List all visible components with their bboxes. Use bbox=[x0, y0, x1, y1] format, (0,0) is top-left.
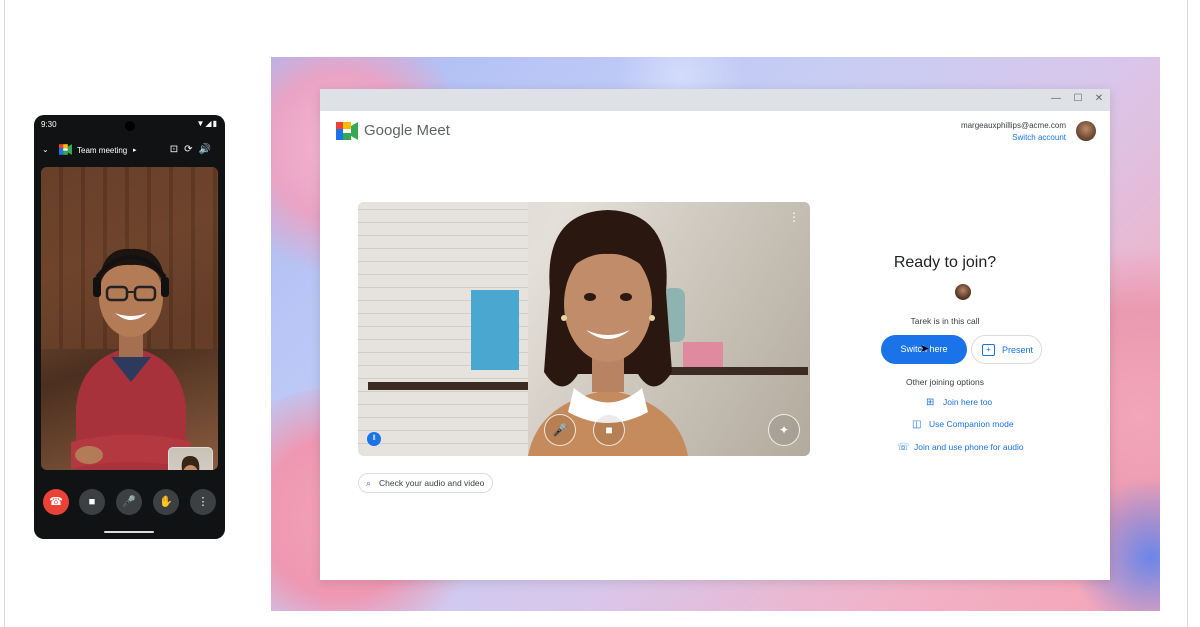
minimize-button[interactable]: — bbox=[1049, 93, 1063, 104]
phone-mic-button[interactable]: 🎤 bbox=[116, 489, 142, 515]
toggle-camera-button[interactable]: ■ bbox=[593, 414, 625, 446]
account-info: margeauxphillips@acme.com Switch account bbox=[961, 120, 1066, 144]
microphone-icon: 🎤 bbox=[552, 423, 568, 437]
in-call-status: Tarek is in this call bbox=[910, 316, 980, 326]
self-video-preview: ⋮ 🎤 ■ ✦ ⦀ bbox=[358, 202, 810, 456]
account-avatar[interactable] bbox=[1076, 121, 1096, 141]
other-joining-options-label: Other joining options bbox=[906, 377, 984, 387]
maximize-button[interactable]: ☐ bbox=[1071, 93, 1085, 104]
meeting-info-caret-icon[interactable]: ▸ bbox=[133, 146, 137, 154]
home-indicator[interactable] bbox=[104, 531, 154, 533]
check-audio-video-label: Check your audio and video bbox=[379, 478, 485, 488]
status-time: 9:30 bbox=[41, 120, 57, 129]
toggle-microphone-button[interactable]: 🎤 bbox=[544, 414, 576, 446]
end-call-icon: ☎ bbox=[49, 496, 63, 508]
preview-more-options-icon[interactable]: ⋮ bbox=[788, 210, 800, 224]
meeting-name[interactable]: Team meeting bbox=[77, 146, 127, 155]
self-view-figure bbox=[181, 456, 200, 470]
phone-call-header: ⌄ Team meeting ▸ ⊡⟳🔊 bbox=[34, 143, 225, 161]
present-icon: + bbox=[982, 344, 995, 356]
account-email: margeauxphillips@acme.com bbox=[960, 121, 1066, 130]
switch-account-link[interactable]: Switch account bbox=[961, 132, 1066, 144]
check-audio-video-button[interactable]: ⌕ Check your audio and video bbox=[358, 473, 494, 493]
self-view-pip[interactable] bbox=[168, 447, 213, 470]
join-here-too-icon: ⊞ bbox=[926, 397, 935, 408]
microphone-icon: 🎤 bbox=[122, 496, 136, 508]
phone-device: 9:30 ▼◢▮ ⌄ Team meeting ▸ ⊡⟳🔊 ☎ ■ 🎤 ✋ ⋮ bbox=[34, 115, 225, 539]
present-button[interactable]: + Present bbox=[971, 335, 1042, 364]
companion-mode-label: Use Companion mode bbox=[929, 419, 1014, 429]
phone-camera-button[interactable]: ■ bbox=[79, 489, 105, 515]
status-icons: ▼◢▮ bbox=[196, 119, 218, 128]
phone-more-options-button[interactable]: ⋮ bbox=[190, 489, 216, 515]
visual-effects-button[interactable]: ✦ bbox=[768, 414, 800, 446]
join-panel: Ready to join? Tarek is in this call Swi… bbox=[820, 202, 1070, 522]
in-call-participant-avatar bbox=[955, 284, 971, 300]
remote-participant-video bbox=[41, 167, 218, 470]
companion-mode-option[interactable]: ◫ Use Companion mode bbox=[912, 419, 1014, 430]
camera-icon: ■ bbox=[88, 496, 96, 508]
close-window-button[interactable]: ✕ bbox=[1092, 93, 1106, 104]
frame-border-left bbox=[4, 0, 5, 627]
phone-audio-icon: ☏ bbox=[897, 442, 910, 453]
phone-camera-hole bbox=[125, 121, 135, 131]
ready-to-join-title: Ready to join? bbox=[893, 254, 997, 271]
phone-call-controls: ☎ ■ 🎤 ✋ ⋮ bbox=[34, 489, 225, 519]
meet-logo-icon bbox=[59, 144, 72, 155]
brand-name: Google Meet bbox=[364, 122, 450, 139]
more-options-icon: ⋮ bbox=[197, 496, 209, 508]
join-here-too-option[interactable]: ⊞ Join here too bbox=[926, 397, 992, 408]
sparkle-effects-icon: ✦ bbox=[778, 423, 790, 437]
remote-participant-figure bbox=[71, 248, 191, 470]
mouse-pointer-icon: ➤ bbox=[920, 343, 930, 355]
meet-browser-window: — ☐ ✕ Google Meet margeauxphillips@acme.… bbox=[320, 89, 1110, 580]
header-action-icons[interactable]: ⊡⟳🔊 bbox=[170, 144, 217, 155]
check-audio-video-icon: ⌕ bbox=[366, 478, 372, 488]
raise-hand-icon: ✋ bbox=[159, 496, 173, 508]
join-here-too-label: Join here too bbox=[943, 397, 993, 407]
end-call-button[interactable]: ☎ bbox=[43, 489, 69, 515]
present-label: Present bbox=[1002, 345, 1034, 355]
google-meet-logo-icon bbox=[336, 122, 358, 140]
phone-audio-option[interactable]: ☏ Join and use phone for audio bbox=[897, 442, 1024, 453]
raise-hand-button[interactable]: ✋ bbox=[153, 489, 179, 515]
camera-icon: ■ bbox=[605, 423, 613, 437]
audio-level-indicator: ⦀ bbox=[367, 432, 381, 446]
frame-border-right bbox=[1187, 0, 1188, 627]
audio-level-icon: ⦀ bbox=[372, 435, 376, 442]
phone-audio-label: Join and use phone for audio bbox=[914, 442, 1024, 452]
collapse-chevron-icon[interactable]: ⌄ bbox=[42, 145, 49, 154]
window-titlebar[interactable]: — ☐ ✕ bbox=[320, 89, 1110, 111]
companion-mode-icon: ◫ bbox=[912, 419, 922, 430]
